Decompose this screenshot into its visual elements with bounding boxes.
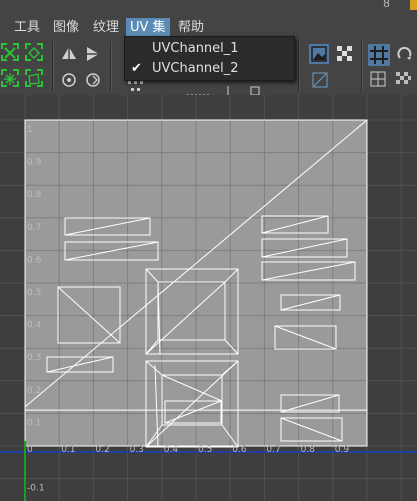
title-accent [410,0,417,10]
u-tick-label: 0.8 [301,445,316,455]
menu-help[interactable]: 帮助 [174,18,208,37]
uv-set-option-1[interactable]: UVChannel_1 [125,39,294,59]
image-display-icon[interactable] [309,44,329,64]
v-tick-label: 0.6 [27,255,42,265]
shell-select-icon[interactable] [1,69,19,87]
v-tick-label: 0.5 [27,288,41,298]
checker-icon[interactable] [336,45,354,63]
snap-grid-icon[interactable] [368,44,390,66]
menu-uv-sets[interactable]: UV 集 [126,18,170,37]
uv-set-option-1-label: UVChannel_1 [152,41,239,56]
checkmark-icon: ✔ [131,61,142,76]
rotate-cw-icon[interactable] [84,71,102,89]
v-tick-label: 0.4 [27,321,42,331]
flip-v-icon[interactable] [84,45,102,63]
menu-tools[interactable]: 工具 [10,18,44,37]
v-tick-label: 0.1 [27,418,41,428]
menu-texture[interactable]: 纹理 [89,18,123,37]
u-tick-label: 0.7 [266,445,280,455]
u-tick-label: 0.1 [61,445,75,455]
shaded-toggle-icon[interactable] [312,72,330,90]
grid-icon[interactable] [370,71,388,89]
sew-right-icon [225,81,231,96]
v-tick-label: 1 [27,125,33,135]
v-tick-label: 0.9 [27,158,42,168]
uv-set-option-2-label: UVChannel_2 [152,61,239,76]
uv-editor-viewport[interactable]: 0 0.1 0.2 0.3 0.4 0.5 0.6 0.7 0.8 0.9 0.1 0.2 0.3 0.… [0,95,417,501]
uv-set-option-2[interactable]: ✔ UVChannel_2 [125,59,294,79]
uv-set-dropdown: UVChannel_1 ✔ UVChannel_2 [124,36,295,81]
menu-image[interactable]: 图像 [49,18,83,37]
u-tick-label: 0.5 [198,445,212,455]
redo-icon[interactable] [396,45,414,63]
select-uv-icon[interactable] [1,43,19,61]
sew-icon[interactable] [186,83,210,96]
u-tick-label: 0.4 [164,445,179,455]
move-icon[interactable] [250,81,260,96]
rotate-ccw-icon[interactable] [60,71,78,89]
v-tick-label: 0.2 [27,386,41,396]
u-tick-label: 0.9 [335,445,350,455]
u-tick-label: 0.2 [95,445,109,455]
window-title-fragment: 8 [383,0,390,10]
select-face-icon[interactable] [25,43,43,61]
u-tick-label: 0 [27,445,33,455]
flip-u-icon[interactable] [60,45,78,63]
tile-select-icon[interactable] [25,69,43,87]
u-tick-label: 0.3 [130,445,144,455]
v-tick-label: 0.3 [27,353,41,363]
title-strip: 8 [0,0,417,13]
u-tick-label: 0.6 [232,445,247,455]
v-tick-label: -0.1 [27,484,45,494]
v-tick-label: 0.7 [27,223,41,233]
shaded-icon[interactable] [395,71,413,89]
v-tick-label: 0.8 [27,190,42,200]
uv-canvas[interactable]: 0 0.1 0.2 0.3 0.4 0.5 0.6 0.7 0.8 0.9 0.1 0.2 0.3 0.… [0,95,417,501]
